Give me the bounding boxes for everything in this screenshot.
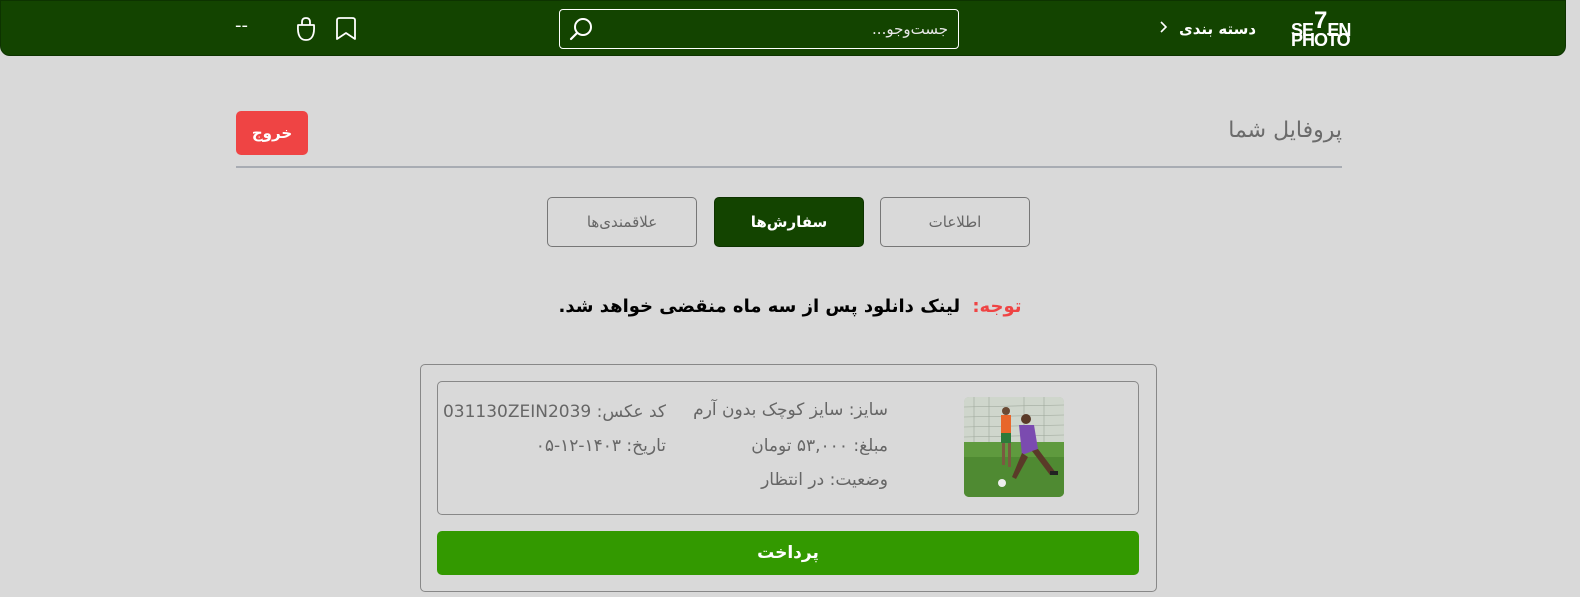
page-title: پروفایل شما [1228,118,1342,143]
pay-button[interactable]: پرداخت [437,531,1139,575]
top-header: SE7EN PHOTO دسته بندی -- [0,0,1566,56]
tab-favorites[interactable]: علاقمندی‌ها [547,197,697,247]
photo-thumbnail[interactable] [964,397,1064,497]
categories-label: دسته بندی [1179,20,1257,38]
user-placeholder[interactable]: -- [235,15,248,36]
bookmark-icon[interactable] [333,15,359,43]
search-input[interactable] [600,16,948,42]
categories-menu[interactable]: دسته بندی [1159,15,1256,43]
photo-code: کد عکس: 031130ZEIN2039 [442,402,666,422]
order-card: سایز: سایز کوچک بدون آرم مبلغ: ۵۳,۰۰۰ تو… [420,364,1157,592]
tab-orders[interactable]: سفارش‌ها [714,197,864,247]
notice-label: توجه: [972,296,1022,317]
divider [236,166,1342,168]
search-box [559,9,959,49]
order-size: سایز: سایز کوچک بدون آرم [693,400,888,420]
notice-text: لینک دانلود پس از سه ماه منقضی خواهد شد. [558,296,961,317]
search-icon[interactable] [568,16,594,42]
order-price: مبلغ: ۵۳,۰۰۰ تومان [751,436,888,456]
bag-icon[interactable] [293,15,319,43]
order-date: تاریخ: ۱۴۰۳-۱۲-۰۵ [535,436,666,456]
tab-info[interactable]: اطلاعات [880,197,1030,247]
order-status: وضعیت: در انتظار [761,470,888,490]
order-details: سایز: سایز کوچک بدون آرم مبلغ: ۵۳,۰۰۰ تو… [437,381,1139,515]
logout-button[interactable]: خروج [236,111,308,155]
chevron-right-icon [1159,20,1169,38]
brand-logo[interactable]: SE 7 EN PHOTO [1291,9,1351,50]
download-notice: توجه: لینک دانلود پس از سه ماه منقضی خوا… [540,296,1040,317]
